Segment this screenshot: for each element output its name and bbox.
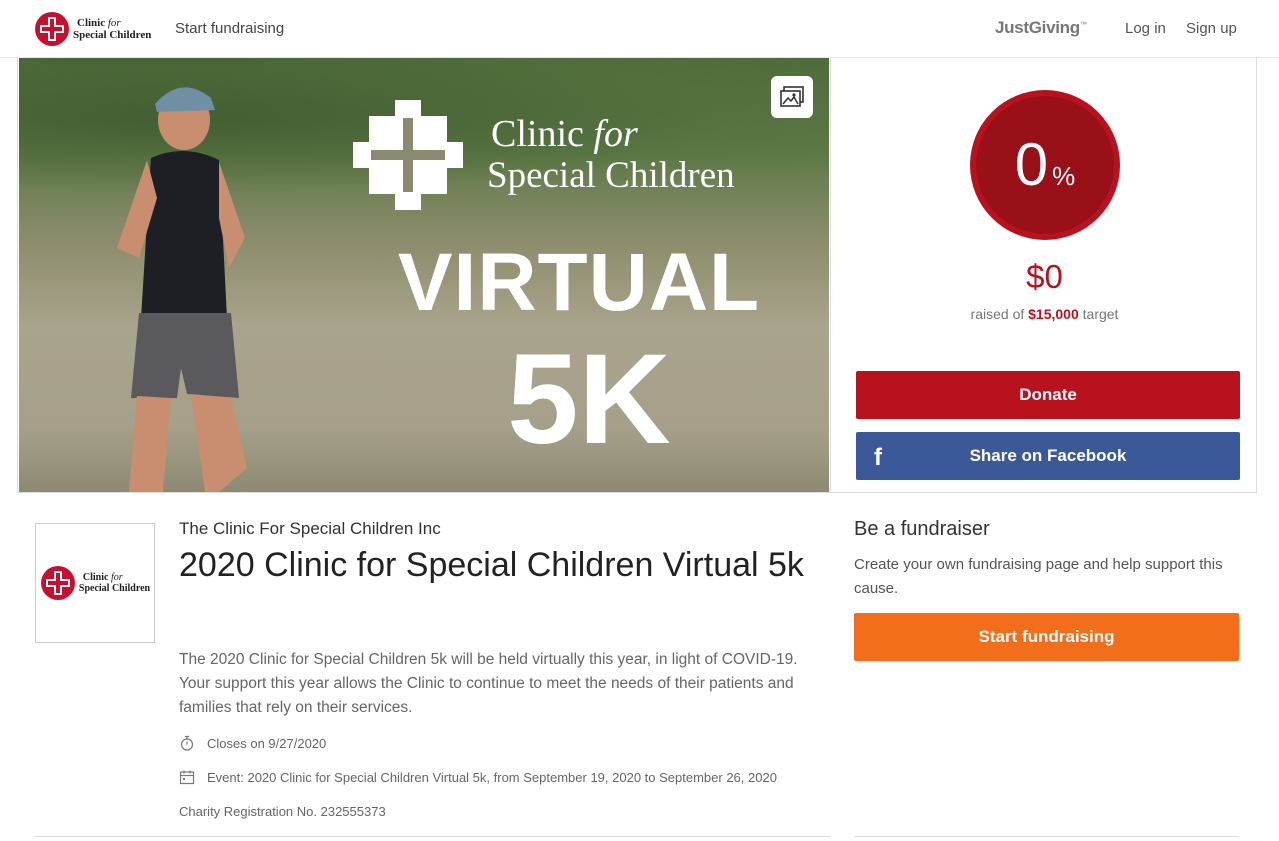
overlay-logo-text: Clinic for Special Children bbox=[487, 112, 735, 196]
charity-logo-box[interactable]: Clinic for Special Children bbox=[35, 523, 155, 643]
image-gallery-icon bbox=[780, 86, 804, 107]
clinic-logo-icon bbox=[35, 12, 69, 46]
page-description: The 2020 Clinic for Special Children 5k … bbox=[179, 651, 798, 716]
progress-ring: 0 % bbox=[970, 90, 1120, 240]
fundraiser-heading: Be a fundraiser bbox=[854, 518, 990, 540]
page-title: 2020 Clinic for Special Children Virtual… bbox=[179, 546, 804, 584]
justgiving-logo[interactable]: JustGiving™ bbox=[995, 18, 1087, 38]
charity-logo-link[interactable]: Clinic for Special Children bbox=[34, 10, 154, 48]
event-info: Event: 2020 Clinic for Special Children … bbox=[179, 769, 777, 785]
overlay-clinic-logo: Clinic for Special Children bbox=[349, 92, 799, 217]
login-link[interactable]: Log in bbox=[1125, 20, 1166, 37]
logo-wordmark: Clinic for Special Children bbox=[73, 17, 152, 41]
hero-section: Clinic for Special Children VIRTUAL 5K 0… bbox=[17, 58, 1257, 493]
clinic-emblem-icon bbox=[353, 99, 463, 210]
charity-registration: Charity Registration No. 232555373 bbox=[179, 804, 386, 819]
charity-name[interactable]: The Clinic For Special Children Inc bbox=[179, 519, 441, 539]
share-facebook-label: Share on Facebook bbox=[969, 446, 1127, 465]
closing-date: Closes on 9/27/2020 bbox=[179, 735, 326, 751]
charity-logo-wordmark: Clinic for Special Children bbox=[78, 572, 151, 594]
top-navigation-bar: Clinic for Special Children Start fundra… bbox=[0, 0, 1279, 58]
hero-image: Clinic for Special Children VIRTUAL 5K bbox=[19, 58, 829, 492]
start-fundraising-link[interactable]: Start fundraising bbox=[175, 20, 284, 37]
divider bbox=[854, 836, 1239, 837]
hero-headline: VIRTUAL bbox=[397, 237, 761, 328]
target-line: raised of $15,000 target bbox=[970, 306, 1119, 322]
facebook-icon: f bbox=[874, 444, 882, 471]
hero-subheadline: 5K bbox=[507, 328, 671, 471]
calendar-icon bbox=[179, 770, 195, 785]
stopwatch-icon bbox=[180, 735, 194, 751]
progress-panel: 0 % $0 raised of $15,000 target Donate f… bbox=[830, 58, 1257, 492]
percent-sign: % bbox=[1052, 160, 1076, 191]
fundraiser-description: Create your own fundraising page and hel… bbox=[854, 556, 1223, 597]
signup-link[interactable]: Sign up bbox=[1186, 20, 1237, 37]
progress-ring-inner: 0 % bbox=[976, 96, 1114, 234]
clinic-logo-icon bbox=[40, 566, 75, 600]
divider bbox=[35, 836, 830, 837]
progress-percent: 0 bbox=[1014, 131, 1049, 198]
donate-button[interactable]: Donate bbox=[856, 371, 1240, 419]
runner-figure bbox=[117, 87, 247, 492]
start-fundraising-button[interactable]: Start fundraising bbox=[854, 613, 1239, 661]
share-facebook-button[interactable]: f Share on Facebook bbox=[856, 432, 1240, 480]
amount-raised: $0 bbox=[1026, 258, 1063, 295]
image-gallery-button[interactable] bbox=[771, 76, 813, 118]
target-amount: $15,000 bbox=[1028, 306, 1079, 322]
